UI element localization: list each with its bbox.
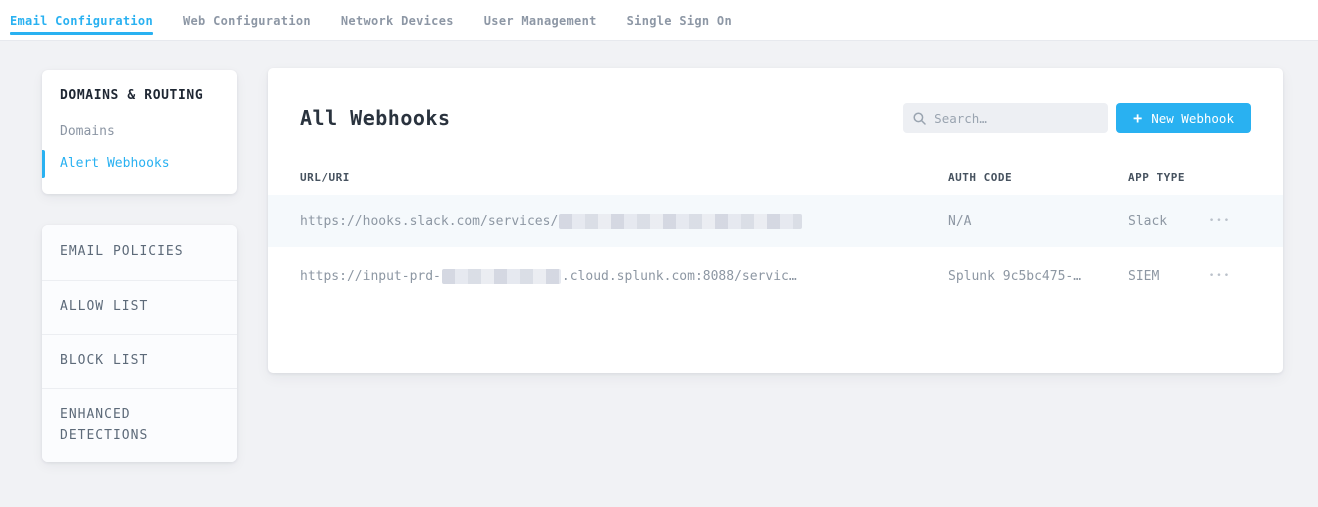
sidebar-item-domains[interactable]: Domains: [60, 122, 219, 142]
webhook-url-cell: https://input-prd- .cloud.splunk.com:8088…: [300, 247, 940, 305]
top-nav: Email Configuration Web Configuration Ne…: [0, 0, 1318, 41]
search-box[interactable]: [903, 103, 1108, 133]
sidebar-item-enhanced-detections[interactable]: ENHANCED DETECTIONS: [42, 388, 237, 462]
webhook-url-cell: https://hooks.slack.com/services/: [300, 195, 940, 247]
tab-network-devices[interactable]: Network Devices: [341, 0, 454, 40]
app-type-cell: Slack: [1128, 195, 1200, 247]
search-icon: [913, 112, 926, 125]
webhook-url-text: https://input-prd-: [300, 269, 441, 284]
sidebar-domains-routing-card: DOMAINS & ROUTING Domains Alert Webhooks: [42, 70, 237, 194]
search-input[interactable]: [934, 111, 1098, 126]
sidebar-sections-card: EMAIL POLICIES ALLOW LIST BLOCK LIST ENH…: [42, 225, 237, 462]
page-title: All Webhooks: [300, 106, 903, 130]
table-row: https://hooks.slack.com/services/ N/A Sl…: [268, 195, 1283, 247]
sidebar-item-label: ENHANCED DETECTIONS: [60, 405, 219, 447]
table-row: https://input-prd- .cloud.splunk.com:8088…: [268, 247, 1283, 305]
tab-email-configuration[interactable]: Email Configuration: [10, 0, 153, 40]
row-actions-cell: •••: [1198, 247, 1242, 305]
tab-single-sign-on[interactable]: Single Sign On: [627, 0, 732, 40]
sidebar-item-allow-list[interactable]: ALLOW LIST: [42, 280, 237, 334]
row-menu-button[interactable]: •••: [1207, 266, 1233, 287]
panel-header: All Webhooks + New Webhook: [300, 103, 1251, 133]
app-type-cell: SIEM: [1128, 247, 1200, 305]
sidebar-item-block-list[interactable]: BLOCK LIST: [42, 334, 237, 388]
sidebar-item-email-policies[interactable]: EMAIL POLICIES: [42, 225, 237, 280]
sidebar-item-label: EMAIL POLICIES: [60, 242, 184, 263]
auth-code-cell: Splunk 9c5bc475-…: [948, 247, 1118, 305]
all-webhooks-panel: All Webhooks + New Webhook URL/URI AUTH …: [268, 68, 1283, 373]
tab-user-management[interactable]: User Management: [484, 0, 597, 40]
new-webhook-button[interactable]: + New Webhook: [1116, 103, 1251, 133]
column-header-url-uri: URL/URI: [300, 171, 350, 184]
auth-code-cell: N/A: [948, 195, 1118, 247]
webhook-url-text: .cloud.splunk.com:8088/servic…: [562, 269, 797, 284]
table-header-row: URL/URI AUTH CODE APP TYPE: [268, 163, 1283, 196]
sidebar-section-header: DOMAINS & ROUTING: [60, 86, 219, 106]
new-webhook-button-label: New Webhook: [1151, 111, 1234, 126]
sidebar-item-label: ALLOW LIST: [60, 297, 148, 318]
plus-icon: +: [1133, 111, 1142, 126]
tab-web-configuration[interactable]: Web Configuration: [183, 0, 311, 40]
sidebar-item-label: BLOCK LIST: [60, 351, 148, 372]
sidebar-item-alert-webhooks[interactable]: Alert Webhooks: [60, 154, 219, 174]
row-actions-cell: •••: [1198, 195, 1242, 247]
column-header-app-type: APP TYPE: [1128, 171, 1185, 184]
webhook-url-text: https://hooks.slack.com/services/: [300, 214, 558, 229]
redacted-url-segment: [442, 269, 561, 284]
redacted-url-segment: [559, 214, 802, 229]
column-header-auth-code: AUTH CODE: [948, 171, 1012, 184]
row-menu-button[interactable]: •••: [1207, 211, 1233, 232]
